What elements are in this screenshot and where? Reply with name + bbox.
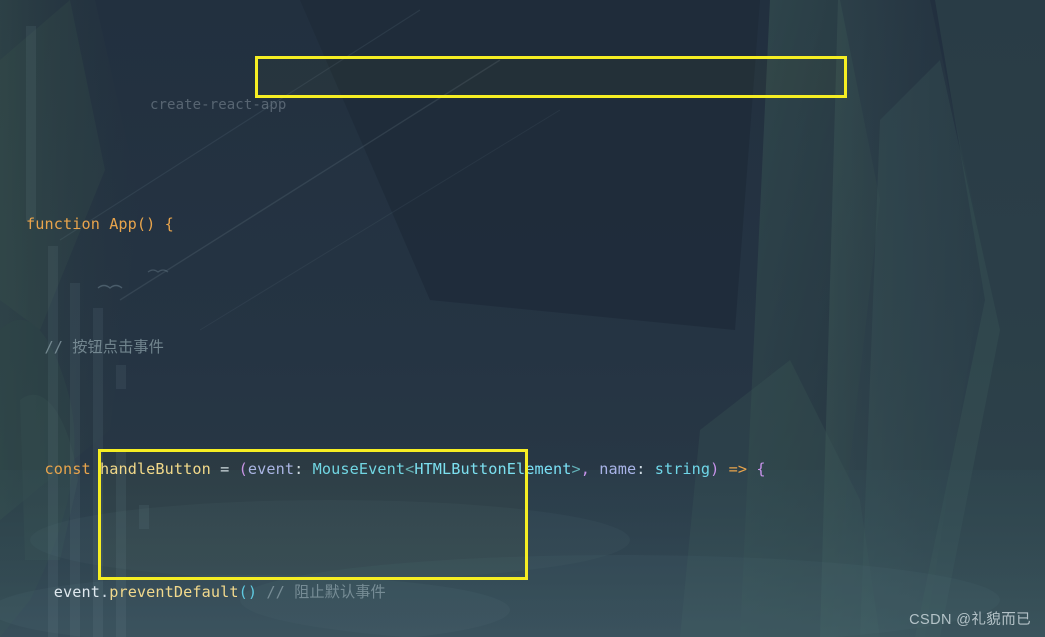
token-brace-open: { [756,460,766,478]
token-comment: // 按钮点击事件 [44,337,164,356]
code-line-handlebutton-signature: const handleButton = (event: MouseEvent<… [0,457,1045,482]
code-line-comment-click-event: // 按钮点击事件 [0,335,1045,360]
token-type-string: string [654,460,711,478]
code-content[interactable]: create-react-app function App() { // 按钮点… [0,0,1045,637]
cutoff-text: create-react-app [150,97,287,113]
code-line-function-app: function App() { [0,212,1045,237]
token-call-parens: () [238,582,258,601]
token-method-preventdefault: preventDefault [109,582,239,601]
token-arrow: => [728,460,748,478]
token-keyword-function: function App() { [26,215,174,233]
token-comma: , [580,460,590,478]
token-generic-open: < [405,460,415,478]
token-dot: . [99,582,110,601]
token-colon-2: : [636,460,646,478]
token-param-name: name [599,460,637,478]
token-comment-preventdefault: // 阻止默认事件 [266,582,386,601]
token-param-event: event [247,460,295,478]
token-function-name: handleButton [99,460,211,478]
code-line-cutoff: create-react-app [0,97,1045,114]
token-paren-close: ) [710,460,720,478]
code-line-preventdefault: event.preventDefault() // 阻止默认事件 [0,580,1045,605]
token-object-event: event [53,582,100,601]
csdn-watermark: CSDN @礼貌而已 [909,612,1031,628]
token-colon: : [294,460,304,478]
token-keyword-const: const [44,460,91,478]
token-paren-open: ( [238,460,248,478]
token-type-mouseevent: MouseEvent [312,460,406,478]
code-editor[interactable]: create-react-app function App() { // 按钮点… [0,0,1045,637]
token-generic-htmlbuttonelement: HTMLButtonElement [414,460,572,478]
token-generic-close: > [571,460,581,478]
token-equals: = [220,460,230,478]
